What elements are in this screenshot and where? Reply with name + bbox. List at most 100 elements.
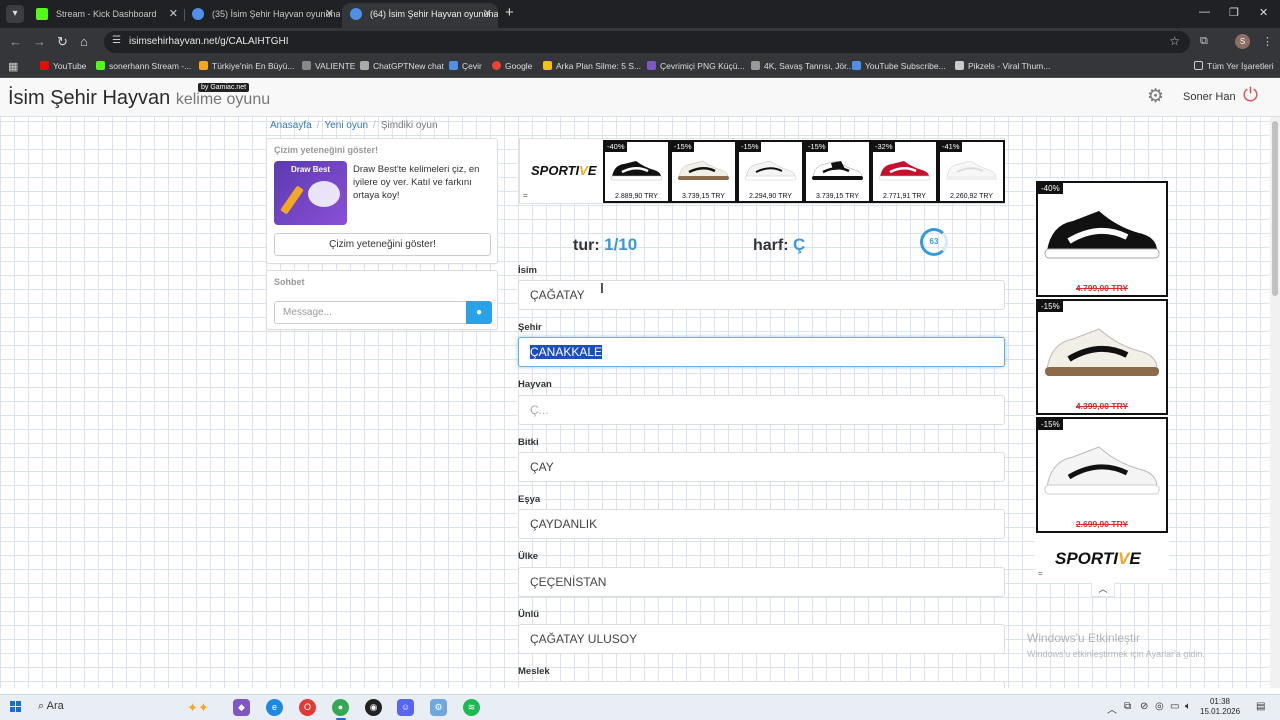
home-icon[interactable]: ⌂ [80, 34, 88, 50]
sportive-logo: SPORTIVE [531, 163, 597, 178]
ad-info-icon[interactable]: = [1038, 569, 1043, 578]
spotify-icon[interactable]: ≋ [463, 699, 480, 716]
bookmark-item[interactable]: sonerhann Stream -... [96, 61, 191, 71]
tab-title: Stream - Kick Dashboard [56, 9, 157, 19]
ad-info-icon[interactable]: = [523, 191, 528, 200]
product-card[interactable]: -15% 3.739,15 TRY [806, 142, 869, 201]
extensions-icon[interactable]: ⧉ [1200, 35, 1208, 48]
round-label: tur: [573, 237, 600, 254]
gear-icon[interactable]: ⚙ [1147, 87, 1164, 107]
product-price: 2.260,92 TRY [950, 193, 993, 200]
edge-icon[interactable]: e [266, 699, 283, 716]
bookmark-item[interactable]: VALIENTE [302, 61, 355, 71]
show-drawing-button[interactable]: Çizim yeteneğini göster! [274, 233, 491, 256]
breadcrumb-new-game[interactable]: Yeni oyun [324, 120, 368, 131]
youtube-icon [40, 61, 49, 70]
bookmark-item[interactable]: YouTube [40, 61, 86, 71]
bookmark-item[interactable]: 4K, Savaş Tanrısı, Jör... [751, 61, 854, 71]
product-card[interactable]: -40% 4.799,00 TRY [1036, 181, 1168, 297]
product-card[interactable]: -15% 2.699,90 TRY [1036, 417, 1168, 533]
chevron-up-icon[interactable]: ︿ [1091, 583, 1115, 597]
bookmark-item[interactable]: Çevir [449, 61, 482, 71]
hayvan-input[interactable]: Ç... [518, 395, 1005, 425]
address-bar[interactable]: ☰ isimsehirhayvan.net/g/CALAIHTGHI ☆ [104, 31, 1190, 53]
bookmark-label: YouTube [53, 61, 87, 71]
close-tab-icon[interactable]: ✕ [325, 3, 334, 25]
restore-icon[interactable]: ❐ [1229, 6, 1239, 19]
tab-strip: ▾ Stream - Kick Dashboard ✕ (35) İsim Şe… [0, 0, 1280, 28]
reload-icon[interactable]: ↻ [57, 34, 68, 50]
product-card[interactable]: -41% 2.260,92 TRY [940, 142, 1003, 201]
volume-icon[interactable]: 🔈︎ [1185, 701, 1191, 712]
site-info-icon[interactable]: ☰ [112, 35, 121, 46]
tab-search-icon[interactable]: ▾ [6, 5, 24, 23]
bookmark-label: Arka Plan Silme: 5 S... [556, 61, 642, 71]
network-icon[interactable]: ▭ [1170, 701, 1179, 712]
letter-indicator: harf: Ç [753, 235, 805, 255]
tray-app-icon[interactable]: ⊘ [1140, 701, 1148, 712]
user-name[interactable]: Soner Han [1183, 91, 1236, 103]
all-bookmarks[interactable]: Tüm Yer İşaretleri [1194, 61, 1274, 71]
bookmark-item[interactable]: Arka Plan Silme: 5 S... [543, 61, 641, 71]
bookmark-label: Google [505, 61, 533, 71]
apps-icon[interactable]: ▦ [8, 60, 18, 73]
bookmark-item[interactable]: ChatGPTNew chat [360, 61, 444, 71]
back-icon[interactable]: ← [9, 34, 22, 50]
chat-message-input[interactable]: Message... [274, 301, 466, 324]
tray-app-icon[interactable]: ⧉ [1124, 701, 1131, 712]
obs-icon[interactable]: ◉ [365, 699, 382, 716]
tray-chevron-icon[interactable]: ︿ [1107, 701, 1117, 716]
sportive-banner-ad[interactable]: SPORTIVE = -40% 2.889,90 TRY -15% 3.739,… [519, 138, 1005, 204]
breadcrumb-home[interactable]: Anasayfa [270, 120, 312, 131]
copilot-icon[interactable]: ◆ [233, 699, 250, 716]
draw-best-panel: Çizim yeteneğini göster! Draw Best Draw … [266, 138, 498, 264]
chrome-icon[interactable]: ● [332, 699, 349, 716]
sehir-input[interactable]: ÇANAKKALE [518, 337, 1005, 367]
close-tab-icon[interactable]: ✕ [483, 3, 492, 25]
bookmark-label: ChatGPTNew chat [373, 61, 444, 71]
product-card[interactable]: -15% 3.739,15 TRY [672, 142, 735, 201]
product-card[interactable]: -15% 4.399,00 TRY [1036, 299, 1168, 415]
close-window-icon[interactable]: ✕ [1259, 6, 1268, 19]
activation-watermark-text: Windows'u etkinleştirmek için Ayarlar'a … [1027, 649, 1205, 659]
draw-best-image[interactable]: Draw Best [274, 161, 347, 225]
bitki-input[interactable]: ÇAY [518, 452, 1005, 482]
product-card[interactable]: -15% 2.294,90 TRY [739, 142, 802, 201]
windows-start-icon[interactable] [10, 701, 22, 713]
tab-isim-sehir-35[interactable]: (35) İsim Şehir Hayvan oyununa ✕ [184, 3, 340, 28]
tab-isim-sehir-64[interactable]: (64) İsim Şehir Hayvan oyununa ✕ [342, 3, 498, 28]
tab-kick-dashboard[interactable]: Stream - Kick Dashboard ✕ [28, 3, 184, 28]
new-tab-icon[interactable]: + [505, 5, 514, 21]
tray-app-icon[interactable]: ◎ [1155, 701, 1164, 712]
bookmark-star-icon[interactable]: ☆ [1169, 34, 1180, 48]
profile-avatar[interactable]: S [1235, 34, 1250, 49]
scrollbar-thumb[interactable] [1272, 121, 1278, 296]
taskbar-clock[interactable]: 01:38 15.01.2026 [1200, 697, 1240, 717]
page-scrollbar[interactable] [1270, 117, 1280, 688]
power-icon[interactable]: ⏻ [1243, 86, 1258, 106]
notification-icon[interactable]: ▤ [1256, 701, 1265, 712]
esya-input[interactable]: ÇAYDANLIK [518, 509, 1005, 539]
taskbar-search[interactable]: ⌕ Ara [38, 700, 64, 713]
bookmark-item[interactable]: Pikzels - Viral Thum... [955, 61, 1050, 71]
forward-icon[interactable]: → [33, 34, 46, 50]
close-tab-icon[interactable]: ✕ [169, 3, 178, 25]
send-message-button[interactable]: ● [466, 301, 492, 324]
product-card[interactable]: -32% 2.771,91 TRY [873, 142, 936, 201]
meslek-input[interactable] [518, 681, 1005, 688]
isim-input[interactable]: ÇAĞATAY [518, 280, 1005, 310]
settings-icon[interactable]: ⚙ [430, 699, 447, 716]
bookmark-item[interactable]: YouTube Subscribe... [852, 61, 946, 71]
menu-icon[interactable]: ⋮ [1262, 35, 1273, 48]
bookmark-item[interactable]: Google [492, 61, 532, 71]
copilot-sparkle-icon[interactable]: ✦✦ [180, 699, 216, 716]
bookmark-item[interactable]: Türkiye'nin En Büyü... [199, 61, 294, 71]
unlu-input[interactable]: ÇAĞATAY ULUSOY [518, 624, 1005, 654]
product-card[interactable]: -40% 2.889,90 TRY [605, 142, 668, 201]
sportive-side-ad[interactable]: -40% 4.799,00 TRY -15% 4.399,00 TRY -15%… [1035, 179, 1169, 583]
opera-icon[interactable]: O [299, 699, 316, 716]
ulke-input[interactable]: ÇEÇENİSTAN [518, 567, 1005, 597]
discord-icon[interactable]: ☺ [397, 699, 414, 716]
minimize-icon[interactable]: — [1199, 6, 1210, 18]
bookmark-item[interactable]: Çevrimiçi PNG Küçü... [647, 61, 745, 71]
